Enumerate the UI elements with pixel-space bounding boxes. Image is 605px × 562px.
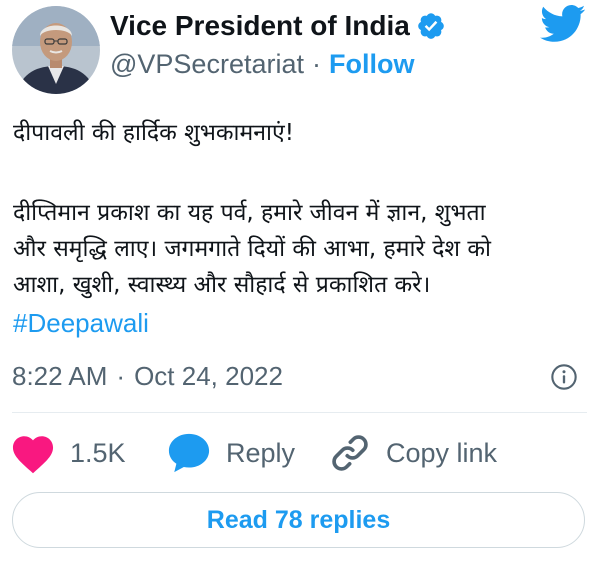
tweet-text-line: और समृद्धि लाए। जगमगाते दियों की आभा, हम… [13, 236, 491, 262]
timestamp-separator: · [116, 360, 126, 391]
speech-bubble-icon [166, 431, 212, 475]
author-handle[interactable]: @VPSecretariat [110, 49, 304, 80]
verified-badge-icon [416, 11, 446, 41]
reply-button[interactable]: Reply [166, 430, 295, 476]
avatar[interactable] [12, 6, 100, 94]
author-display-name[interactable]: Vice President of India [110, 10, 410, 42]
link-icon [328, 431, 372, 475]
tweet-time: 8:22 AM [12, 360, 108, 391]
handle-separator: · [311, 48, 321, 79]
divider [12, 412, 587, 413]
twitter-bird-icon[interactable] [540, 4, 586, 44]
tweet-date: Oct 24, 2022 [134, 360, 283, 391]
follow-button[interactable]: Follow [329, 49, 414, 80]
heart-icon [10, 432, 56, 474]
tweet-text-line: आशा, खुशी, स्वास्थ्य और सौहार्द से प्रका… [13, 272, 431, 298]
author-handle-row: @VPSecretariat · Follow [110, 46, 414, 82]
copy-link-button[interactable]: Copy link [328, 430, 497, 476]
like-count: 1.5K [70, 437, 126, 468]
reply-label: Reply [226, 437, 296, 468]
hashtag-link[interactable]: #Deepawali [13, 304, 149, 342]
tweet-timestamp[interactable]: 8:22 AM · Oct 24, 2022 [12, 358, 283, 394]
author-name-row: Vice President of India [110, 6, 446, 46]
tweet-text-line: दीप्तिमान प्रकाश का यह पर्व, हमारे जीवन … [13, 200, 486, 226]
copy-link-label: Copy link [386, 437, 498, 468]
tweet-greeting: दीपावली की हार्दिक शुभकामनाएं! [13, 120, 294, 146]
avatar-photo [12, 6, 100, 94]
like-button[interactable]: 1.5K [10, 430, 126, 476]
info-icon[interactable] [550, 363, 578, 391]
tweet-embed: Vice President of India @VPSecretariat ·… [0, 0, 605, 562]
read-replies-button[interactable]: Read 78 replies [12, 492, 585, 548]
